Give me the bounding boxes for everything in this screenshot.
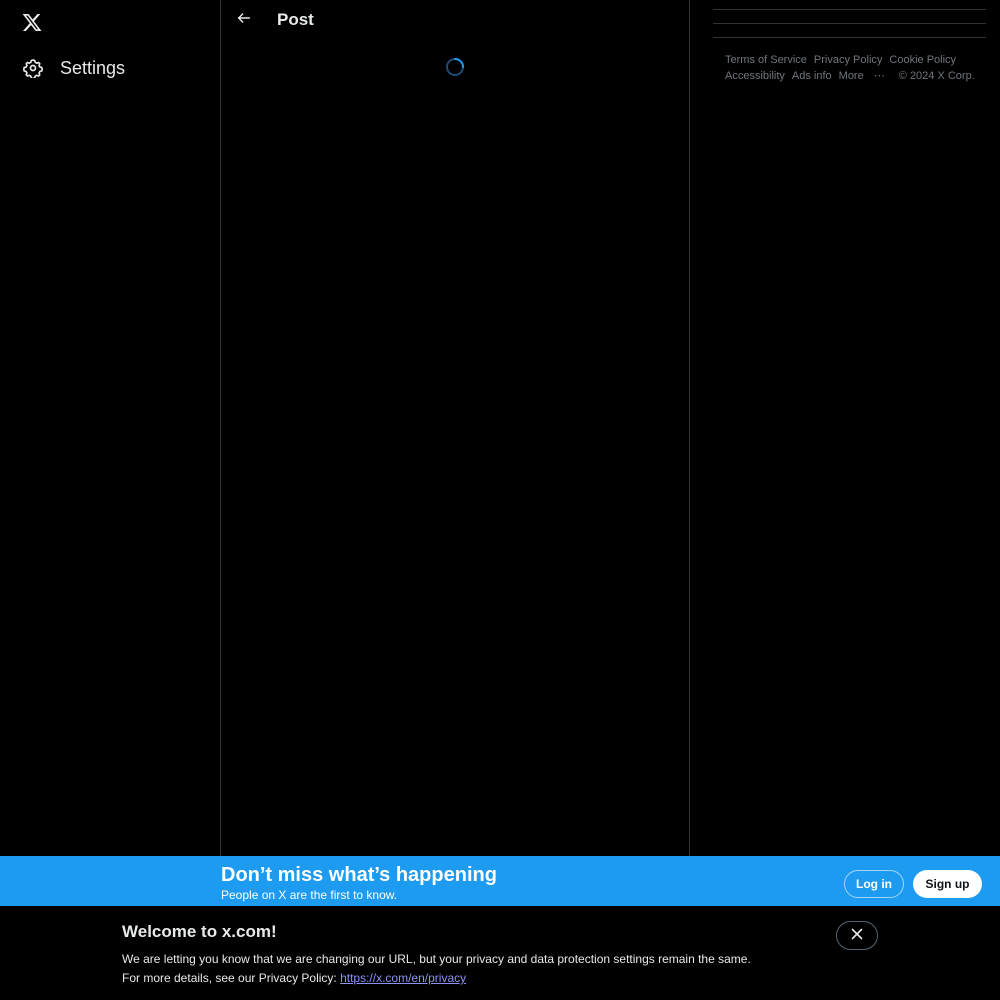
footer-link-cookie[interactable]: Cookie Policy (889, 52, 956, 68)
x-logo-icon[interactable] (14, 4, 50, 40)
banner-title: Don’t miss what’s happening (221, 864, 497, 886)
back-arrow-icon (236, 10, 252, 31)
sidebar-item-settings[interactable]: Settings (12, 50, 135, 86)
close-icon (851, 927, 863, 945)
sidebar-item-label: Settings (60, 57, 126, 78)
welcome-notice: Welcome to x.com! We are letting you kno… (0, 906, 1000, 1000)
signup-button[interactable]: Sign up (913, 870, 982, 898)
footer-link-accessibility[interactable]: Accessibility (725, 68, 785, 84)
footer-link-ads[interactable]: Ads info (792, 68, 832, 84)
copyright: © 2024 X Corp. (898, 70, 975, 82)
left-sidebar: Settings (0, 0, 221, 856)
banner-subtitle: People on X are the first to know. (221, 888, 398, 902)
back-button[interactable] (229, 5, 259, 35)
divider (713, 37, 986, 38)
notice-line-1: We are letting you know that we are chan… (122, 952, 751, 966)
main-column: Post (221, 0, 690, 856)
notice-title: Welcome to x.com! (122, 922, 277, 941)
login-button[interactable]: Log in (844, 870, 904, 898)
divider (713, 23, 986, 24)
notice-text: We are letting you know that we are chan… (122, 950, 751, 988)
footer-link-privacy[interactable]: Privacy Policy (814, 52, 882, 68)
ellipsis-icon: ⋯ (873, 70, 885, 82)
footer-link-terms[interactable]: Terms of Service (725, 52, 807, 68)
footer-links: Terms of Service Privacy Policy Cookie Pol… (725, 52, 987, 84)
page-header: Post (221, 0, 689, 42)
loading-spinner-icon (445, 57, 465, 77)
notice-line-2: For more details, see our Privacy Policy… (122, 971, 341, 985)
gear-icon (22, 57, 44, 79)
page-title: Post (277, 10, 314, 29)
privacy-policy-link[interactable]: https://x.com/en/privacy (340, 971, 466, 985)
divider (713, 9, 986, 10)
footer-link-more[interactable]: More ⋯ (839, 68, 892, 84)
notice-close-button[interactable] (836, 921, 878, 950)
signup-banner: Don’t miss what’s happening People on X … (0, 856, 1000, 906)
footer-more-label: More (838, 70, 864, 82)
